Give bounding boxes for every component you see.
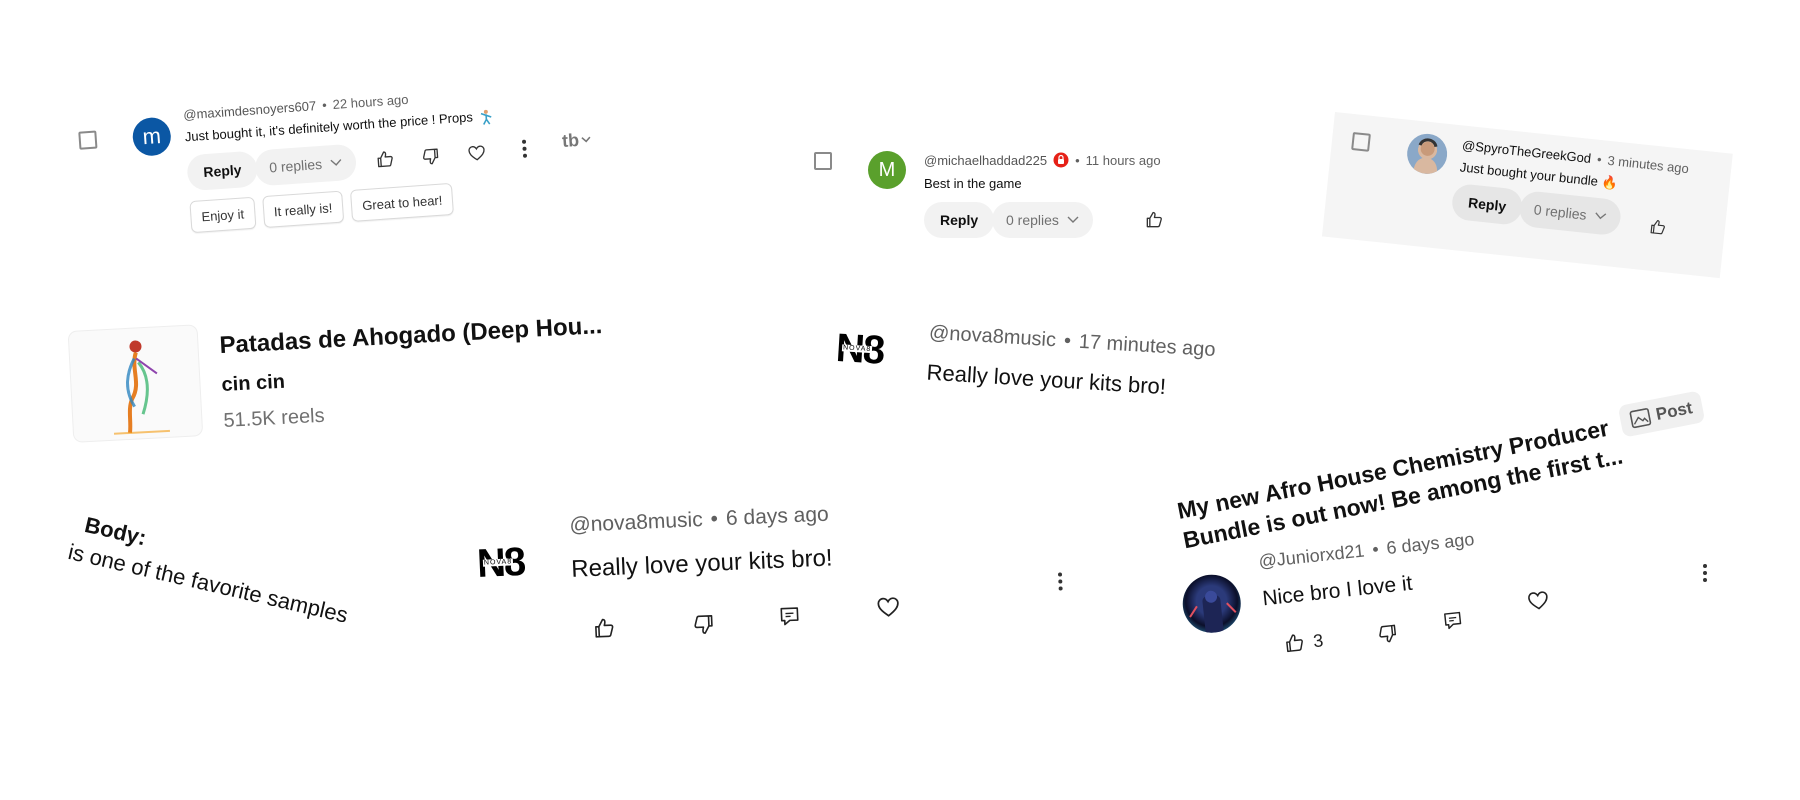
like-count: 3 — [1312, 629, 1325, 651]
more-options-icon[interactable] — [521, 139, 528, 158]
body-text: is one of the favorite samples — [65, 538, 351, 628]
image-icon — [1629, 407, 1652, 429]
separator-dot: • — [1063, 329, 1072, 353]
dancer-icon — [480, 108, 493, 125]
comment-text: Really love your kits bro! — [570, 544, 834, 583]
separator-dot: • — [1075, 152, 1080, 168]
reply-comment-icon[interactable] — [777, 604, 802, 629]
thumbs-up-icon[interactable] — [374, 149, 395, 170]
reel-audio-card[interactable]: Patadas de Ahogado (Deep Hou... cin cin … — [68, 291, 634, 445]
comment-meta: @nova8music • 6 days ago — [569, 503, 829, 538]
verified-badge-icon — [1053, 152, 1069, 168]
author-handle[interactable]: @Juniorxd21 — [1258, 541, 1366, 572]
timestamp[interactable]: 6 days ago — [725, 503, 829, 530]
comment-card-spyro: @SpyroTheGreekGod • 3 minutes ago Just bou… — [1321, 112, 1733, 279]
select-checkbox[interactable] — [814, 152, 832, 170]
heart-icon[interactable] — [875, 594, 902, 621]
thumbs-down-icon[interactable] — [1376, 621, 1400, 645]
replies-count: 0 replies — [268, 155, 323, 176]
comment-card-nova8-bottom: N8 NOVA8 @nova8music • 6 days ago Really l… — [475, 489, 1141, 668]
logo-text: tb — [561, 129, 580, 152]
comment-text: Best in the game — [924, 176, 1022, 191]
comment-card-maxim: m @maximdesnoyers607 • 22 hours ago Just b… — [60, 61, 629, 250]
avatar-letter: M — [878, 158, 896, 181]
timestamp[interactable]: 11 hours ago — [1086, 153, 1161, 168]
comment-meta: @Juniorxd21 • 6 days ago — [1258, 529, 1476, 573]
channel-logo[interactable]: tb — [561, 129, 591, 152]
reply-button[interactable]: Reply — [186, 150, 259, 192]
timestamp[interactable]: 3 minutes ago — [1607, 153, 1690, 176]
chevron-down-icon — [1067, 216, 1079, 224]
post-type-badge: Post — [1617, 390, 1706, 438]
comment-text: Nice bro I love it — [1261, 571, 1414, 611]
suggested-replies: Enjoy it It really is! Great to hear! — [189, 182, 455, 234]
body-note: Body: is one of the favorite samples — [61, 512, 439, 710]
avatar-photo-icon — [1189, 590, 1237, 634]
heart-icon[interactable] — [466, 142, 487, 163]
separator-dot: • — [1371, 539, 1380, 560]
comment-meta: @nova8music • 17 minutes ago — [928, 322, 1216, 362]
timestamp[interactable]: 17 minutes ago — [1078, 331, 1216, 361]
dancer-artwork-icon — [113, 340, 170, 435]
separator-dot: • — [710, 507, 719, 531]
like-control[interactable]: 3 — [1282, 629, 1324, 655]
thumbs-up-icon[interactable] — [1144, 210, 1164, 230]
nova8-logo[interactable]: N8 NOVA8 — [835, 326, 898, 374]
chevron-down-icon — [581, 136, 591, 144]
thumbs-down-icon[interactable] — [420, 146, 441, 167]
reel-title[interactable]: Patadas de Ahogado (Deep Hou... — [219, 312, 603, 360]
select-checkbox[interactable] — [1351, 131, 1371, 152]
more-options-icon[interactable] — [1057, 572, 1063, 591]
heart-icon[interactable] — [1525, 587, 1551, 613]
reply-button[interactable]: Reply — [1450, 182, 1524, 226]
timestamp[interactable]: 6 days ago — [1386, 529, 1476, 558]
comment-text: Really love your kits bro! — [925, 359, 1167, 400]
reply-comment-icon[interactable] — [1441, 609, 1465, 633]
replies-count: 0 replies — [1006, 212, 1059, 228]
more-options-icon[interactable] — [1703, 564, 1707, 582]
album-art — [68, 325, 203, 442]
thumbs-down-icon[interactable] — [691, 612, 716, 637]
replies-toggle[interactable]: 0 replies — [992, 202, 1093, 238]
post-header: My new Afro House Chemistry Producer Bun… — [1158, 303, 1729, 553]
separator-dot: • — [321, 97, 328, 113]
suggested-reply-chip[interactable]: Enjoy it — [189, 196, 257, 234]
chevron-down-icon — [330, 158, 343, 167]
comment-card-michael: M @michaelhaddad225 • 11 hours ago Best … — [810, 130, 1210, 240]
author-handle[interactable]: @maximdesnoyers607 — [183, 98, 317, 122]
replies-toggle[interactable]: 0 replies — [1518, 189, 1623, 237]
reel-count: 51.5K reels — [222, 404, 326, 432]
chevron-down-icon — [1594, 212, 1607, 221]
reply-button[interactable]: Reply — [924, 202, 995, 238]
avatar-photo-icon — [1413, 138, 1438, 176]
suggested-reply-chip[interactable]: It really is! — [261, 190, 345, 229]
thumbs-up-icon[interactable] — [1648, 217, 1668, 237]
thumbs-up-icon[interactable] — [591, 616, 616, 641]
replies-count: 0 replies — [1533, 201, 1588, 223]
replies-toggle[interactable]: 0 replies — [254, 143, 358, 187]
avatar[interactable]: m — [131, 116, 173, 157]
separator-dot: • — [1596, 151, 1603, 168]
post-label: Post — [1654, 398, 1694, 424]
select-checkbox[interactable] — [78, 130, 98, 150]
avatar[interactable]: M — [868, 151, 906, 189]
author-handle[interactable]: @nova8music — [569, 508, 703, 537]
avatar[interactable] — [1405, 131, 1450, 176]
avatar[interactable] — [1179, 571, 1244, 636]
comment-meta: @michaelhaddad225 • 11 hours ago — [924, 152, 1161, 168]
author-handle[interactable]: @michaelhaddad225 — [924, 153, 1047, 168]
thumbs-up-icon[interactable] — [1282, 631, 1306, 655]
reel-artist[interactable]: cin cin — [221, 371, 285, 397]
avatar-letter: m — [141, 123, 162, 150]
timestamp[interactable]: 22 hours ago — [332, 92, 409, 112]
suggested-reply-chip[interactable]: Great to hear! — [350, 182, 455, 222]
author-handle[interactable]: @nova8music — [928, 322, 1056, 352]
logo-small-text: NOVA8 — [482, 558, 514, 567]
nova8-logo[interactable]: N8 NOVA8 — [476, 539, 538, 586]
